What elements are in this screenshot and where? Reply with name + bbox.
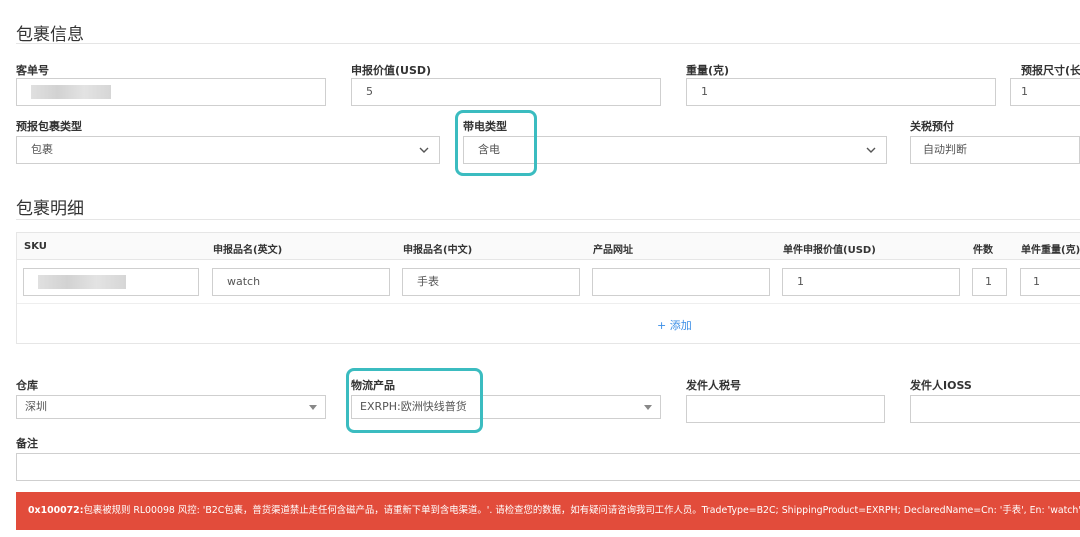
column-header-unit-value: 单件申报价值(USD) xyxy=(783,245,876,256)
declared-value-input[interactable]: 5 xyxy=(351,78,661,106)
column-header-qty: 件数 xyxy=(973,245,993,256)
url-input[interactable] xyxy=(592,268,770,296)
sender-tax-input[interactable] xyxy=(686,395,885,423)
section-divider xyxy=(16,219,1080,220)
caret-down-icon xyxy=(644,405,652,410)
column-header-sku: SKU xyxy=(24,241,47,252)
customer-no-label: 客单号 xyxy=(16,64,49,77)
add-row-link[interactable]: + 添加 xyxy=(657,317,692,333)
sender-ioss-label: 发件人IOSS xyxy=(910,379,972,392)
name-cn-input[interactable]: 手表 xyxy=(402,268,580,296)
chevron-down-icon xyxy=(419,147,429,153)
chevron-down-icon xyxy=(866,147,876,153)
sku-input[interactable] xyxy=(23,268,199,296)
weight-label: 重量(克) xyxy=(686,64,730,77)
weight-input[interactable]: 1 xyxy=(686,78,996,106)
column-header-name-cn: 申报品名(中文) xyxy=(403,245,473,256)
column-header-url: 产品网址 xyxy=(593,245,633,256)
duty-prepaid-label: 关税预付 xyxy=(910,120,954,133)
name-en-input[interactable]: watch xyxy=(212,268,390,296)
warehouse-select[interactable]: 深圳 xyxy=(16,395,326,419)
package-type-label: 预报包裹类型 xyxy=(16,120,82,133)
error-alert: 0x100072:包裹被规则 RL00098 风控: 'B2C包裹，普货渠道禁止… xyxy=(16,492,1080,530)
package-type-select[interactable]: 包裹 xyxy=(16,136,440,164)
remark-label: 备注 xyxy=(16,437,38,450)
package-info-title: 包裹信息 xyxy=(16,25,84,45)
declared-value-label: 申报价值(USD) xyxy=(351,64,432,77)
sender-ioss-input[interactable] xyxy=(910,395,1080,423)
duty-prepaid-select[interactable]: 自动判断 xyxy=(910,136,1080,164)
unit-weight-input[interactable]: 1 xyxy=(1020,268,1080,296)
sender-tax-label: 发件人税号 xyxy=(686,379,741,392)
warehouse-value: 深圳 xyxy=(25,400,47,413)
section-divider xyxy=(16,43,1080,44)
package-type-value: 包裹 xyxy=(31,143,53,156)
customer-no-input[interactable] xyxy=(16,78,326,106)
caret-down-icon xyxy=(309,405,317,410)
dimensions-input[interactable]: 1 xyxy=(1010,78,1080,106)
column-header-name-en: 申报品名(英文) xyxy=(213,245,283,256)
remark-input[interactable] xyxy=(16,453,1080,481)
dimensions-label: 预报尺寸(长x宽 xyxy=(1021,64,1080,77)
error-message: 0x100072:包裹被规则 RL00098 风控: 'B2C包裹，普货渠道禁止… xyxy=(28,505,1080,516)
battery-type-highlight xyxy=(455,110,537,176)
warehouse-label: 仓库 xyxy=(16,379,38,392)
qty-input[interactable]: 1 xyxy=(972,268,1007,296)
logistics-product-highlight xyxy=(346,368,483,433)
redacted-value xyxy=(38,275,126,289)
package-detail-title: 包裹明细 xyxy=(16,199,84,219)
row-divider xyxy=(17,303,1080,304)
column-header-unit-weight: 单件重量(克) xyxy=(1021,245,1080,256)
unit-value-input[interactable]: 1 xyxy=(782,268,960,296)
table-header xyxy=(17,233,1080,260)
redacted-value xyxy=(31,85,111,99)
